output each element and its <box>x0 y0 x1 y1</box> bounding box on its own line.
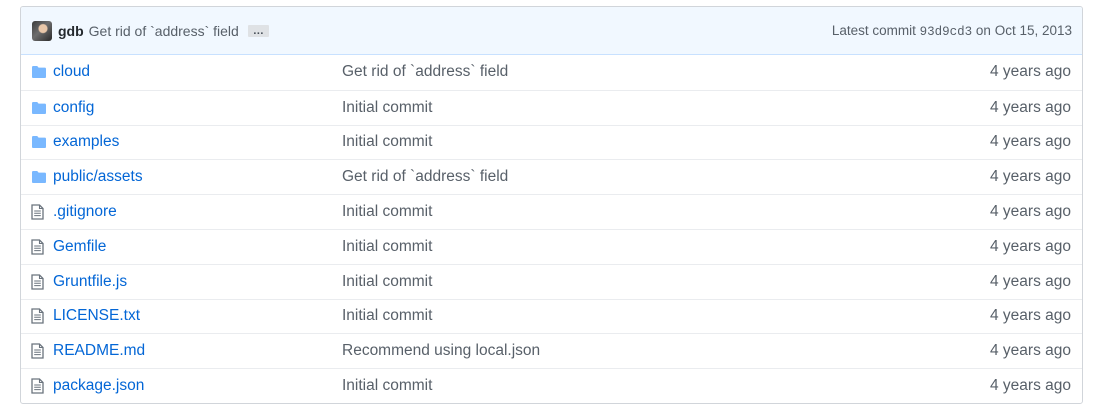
latest-commit-label: Latest commit <box>831 22 916 38</box>
folder-icon <box>31 100 47 116</box>
commit-message-link[interactable]: Get rid of `address` field <box>342 168 508 185</box>
commit-message-link[interactable]: Initial commit <box>342 99 432 116</box>
commit-message-link[interactable]: Get rid of `address` field <box>342 63 508 80</box>
commit-message-link[interactable]: Initial commit <box>342 273 432 290</box>
commit-date: Oct 15, 2013 <box>994 22 1072 38</box>
file-icon <box>31 308 47 325</box>
commit-on-label: on <box>975 22 991 38</box>
file-browser: gdb Get rid of `address` field … Latest … <box>20 6 1083 404</box>
file-row: public/assets Get rid of `address` field 4… <box>21 159 1082 194</box>
file-name-link[interactable]: config <box>53 99 94 116</box>
commit-message-link[interactable]: Recommend using local.json <box>342 342 540 359</box>
file-icon <box>31 204 47 220</box>
commit-age: 4 years ago <box>990 63 1071 81</box>
commit-message-link[interactable]: Get rid of `address` field <box>89 23 239 39</box>
file-icon <box>31 274 47 290</box>
latest-commit-bar: gdb Get rid of `address` field … Latest … <box>21 7 1082 55</box>
folder-icon <box>31 64 47 80</box>
commit-author-link[interactable]: gdb <box>58 23 84 39</box>
commit-meta: Latest commit 93d9cd3 on Oct 15, 2013 <box>832 23 1072 39</box>
commit-age: 4 years ago <box>990 168 1071 186</box>
commit-age: 4 years ago <box>990 342 1071 360</box>
commit-sha-link[interactable]: 93d9cd3 <box>920 25 973 39</box>
folder-icon <box>31 134 47 150</box>
expand-commit-message-button[interactable]: … <box>247 24 269 37</box>
file-name-link[interactable]: .gitignore <box>53 203 117 220</box>
file-icon <box>31 378 47 394</box>
commit-message-link[interactable]: Initial commit <box>342 377 432 394</box>
commit-age: 4 years ago <box>990 98 1071 116</box>
file-name-link[interactable]: cloud <box>53 63 90 80</box>
commit-age: 4 years ago <box>990 237 1071 255</box>
commit-message-link[interactable]: Initial commit <box>342 133 432 150</box>
file-icon <box>31 239 47 255</box>
file-list: cloud Get rid of `address` field 4 years a… <box>21 55 1082 403</box>
file-row: config Initial commit 4 years ago <box>21 89 1082 125</box>
file-row: README.md Recommend using local.json 4 yea… <box>21 333 1082 368</box>
file-row: Gemfile Initial commit 4 years ago <box>21 228 1082 264</box>
commit-message-link[interactable]: Initial commit <box>342 307 432 324</box>
commit-message-link[interactable]: Initial commit <box>342 238 432 255</box>
commit-age: 4 years ago <box>990 133 1071 151</box>
file-name-link[interactable]: README.md <box>53 342 145 359</box>
commit-age: 4 years ago <box>990 203 1071 221</box>
file-name-link[interactable]: examples <box>53 133 119 150</box>
file-row: package.json Initial commit 4 years ago <box>21 368 1082 403</box>
file-row: .gitignore Initial commit 4 years ago <box>21 194 1082 229</box>
author-avatar[interactable] <box>32 20 52 41</box>
file-name-link[interactable]: LICENSE.txt <box>53 307 140 324</box>
file-icon <box>31 343 47 359</box>
file-name-link[interactable]: Gemfile <box>53 238 106 255</box>
commit-age: 4 years ago <box>990 377 1071 395</box>
file-row: examples Initial commit 4 years ago <box>21 124 1082 160</box>
file-name-link[interactable]: package.json <box>53 377 144 394</box>
file-name-link[interactable]: Gruntfile.js <box>53 273 127 290</box>
commit-message-link[interactable]: Initial commit <box>342 203 432 220</box>
commit-age: 4 years ago <box>990 272 1071 290</box>
commit-age: 4 years ago <box>990 307 1071 325</box>
file-row: Gruntfile.js Initial commit 4 years ago <box>21 263 1082 299</box>
file-name-link[interactable]: public/assets <box>53 168 143 185</box>
file-row: LICENSE.txt Initial commit 4 years ago <box>21 298 1082 334</box>
file-row: cloud Get rid of `address` field 4 years a… <box>21 55 1082 90</box>
folder-icon <box>31 169 47 185</box>
